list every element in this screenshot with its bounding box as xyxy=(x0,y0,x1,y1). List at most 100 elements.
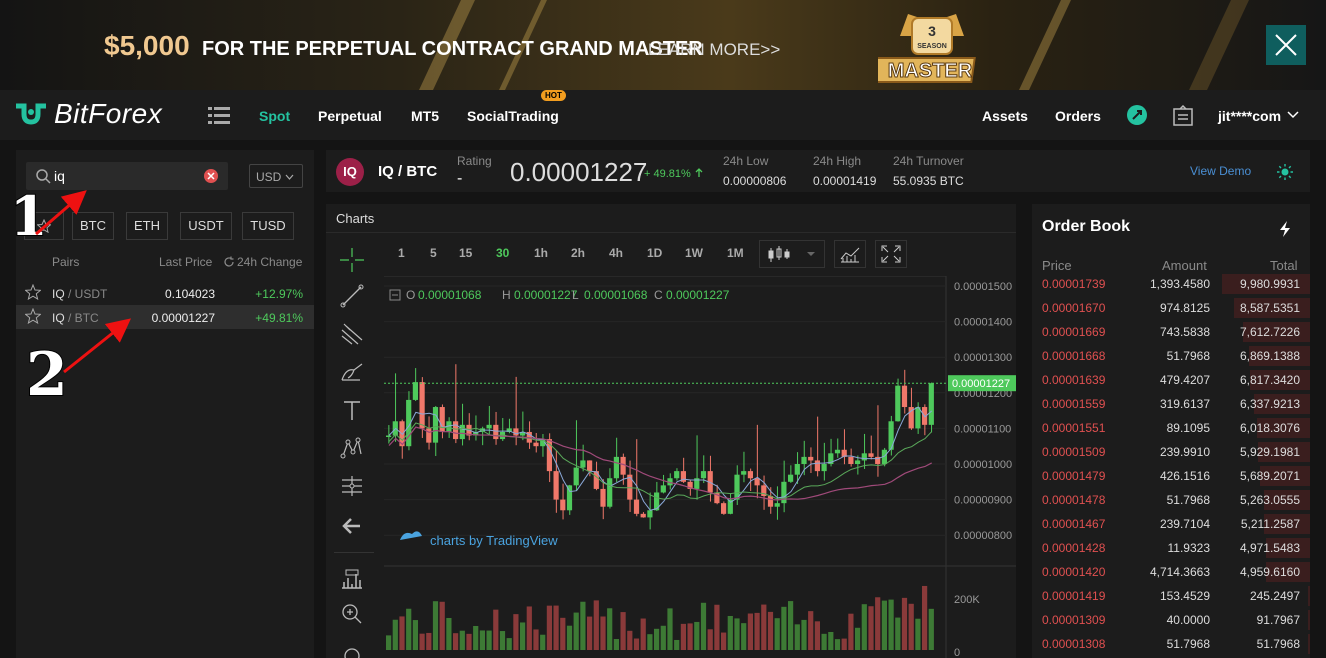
total-column-header: Total xyxy=(1270,258,1298,273)
rating-label: Rating xyxy=(457,154,492,168)
menu-icon[interactable] xyxy=(208,105,230,125)
timeframe-2h[interactable]: 2h xyxy=(571,246,585,260)
order-book-row[interactable]: 0.00001428 11.9323 4,971.5483 xyxy=(1032,536,1310,560)
order-book-row[interactable]: 0.00001467 239.7104 5,211.2587 xyxy=(1032,512,1310,536)
pair-price: 0.00001227 xyxy=(151,311,215,325)
learn-more-link[interactable]: LEARN MORE>> xyxy=(648,40,780,60)
candle-body xyxy=(486,424,492,429)
list-item[interactable]: IQ / USDT 0.104023 +12.97% xyxy=(16,281,314,305)
timeframe-30[interactable]: 30 xyxy=(496,246,509,260)
order-book-row[interactable]: 0.00001309 40.0000 91.7967 xyxy=(1032,608,1310,632)
timeframe-4h[interactable]: 4h xyxy=(609,246,623,260)
order-book-row[interactable]: 0.00001670 974.8125 8,587.5351 xyxy=(1032,296,1310,320)
promo-banner[interactable]: $5,000 FOR THE PERPETUAL CONTRACT GRAND … xyxy=(0,0,1326,90)
candle-body xyxy=(453,421,459,440)
order-book-row[interactable]: 0.00001420 4,714.3663 4,959.6160 xyxy=(1032,560,1310,584)
pairs-header[interactable]: Pairs xyxy=(52,255,79,269)
timeframe-1M[interactable]: 1M xyxy=(727,246,744,260)
tab-tusd[interactable]: TUSD xyxy=(242,212,294,240)
banner-close-button[interactable] xyxy=(1266,25,1306,65)
brush-icon[interactable] xyxy=(340,360,364,384)
price-tick-label: 0.00000900 xyxy=(954,495,1012,507)
crosshair-icon[interactable] xyxy=(340,248,364,272)
volume-bar xyxy=(419,633,425,650)
refresh-icon[interactable] xyxy=(223,256,235,268)
order-book-row[interactable]: 0.00001668 51.7968 6,869.1388 xyxy=(1032,344,1310,368)
nav-mt5[interactable]: MT5 xyxy=(411,108,439,124)
candle-body xyxy=(788,474,794,482)
order-book-row[interactable]: 0.00001739 1,393.4580 9,980.9931 xyxy=(1032,272,1310,296)
order-book-row[interactable]: 0.00001669 743.5838 7,612.7226 xyxy=(1032,320,1310,344)
change-header[interactable]: 24h Change xyxy=(237,255,302,269)
back-arrow-icon[interactable] xyxy=(340,514,364,538)
order-book: Order Book Price Amount Total 0.00001739… xyxy=(1032,204,1310,658)
order-book-row[interactable]: 0.00001509 239.9910 5,929.1981 xyxy=(1032,440,1310,464)
star-icon[interactable] xyxy=(25,308,41,324)
order-book-row[interactable]: 0.00001419 153.4529 245.2497 xyxy=(1032,584,1310,608)
clear-search-icon[interactable] xyxy=(204,169,218,183)
nav-assets[interactable]: Assets xyxy=(982,108,1028,124)
currency-select[interactable]: USD xyxy=(249,164,303,188)
order-book-row[interactable]: 0.00001559 319.6137 6,337.9213 xyxy=(1032,392,1310,416)
pitchfork-icon[interactable] xyxy=(340,322,364,346)
timeframe-1D[interactable]: 1D xyxy=(647,246,662,260)
volume-bar xyxy=(741,623,747,650)
order-book-row[interactable]: 0.00001478 51.7968 5,263.0555 xyxy=(1032,488,1310,512)
announcement-icon[interactable] xyxy=(1172,105,1194,127)
order-total: 7,612.7226 xyxy=(1239,325,1300,339)
price-tick-label: 0.00001500 xyxy=(954,281,1012,293)
list-item[interactable]: IQ / BTC 0.00001227 +49.81% xyxy=(16,305,314,329)
order-book-row[interactable]: 0.00001551 89.1095 6,018.3076 xyxy=(1032,416,1310,440)
pattern-icon[interactable] xyxy=(340,436,364,460)
zoom-in-icon[interactable] xyxy=(340,602,364,626)
candle-body xyxy=(566,485,573,511)
timeframe-15[interactable]: 15 xyxy=(459,246,472,260)
candle-body xyxy=(754,478,760,486)
fullscreen-icon[interactable] xyxy=(875,240,907,268)
chart-type-select[interactable] xyxy=(759,240,825,268)
drawing-toolbar xyxy=(326,240,382,658)
volume-bar xyxy=(821,633,827,650)
nav-perpetual[interactable]: Perpetual xyxy=(318,108,382,124)
trend-line-icon[interactable] xyxy=(340,284,364,308)
volume-bar xyxy=(700,602,707,650)
last-price-header[interactable]: Last Price xyxy=(159,255,212,269)
tab-btc[interactable]: BTC xyxy=(72,212,114,240)
banner-amount: $5,000 xyxy=(104,30,190,61)
price-tick-label: 0.00001100 xyxy=(954,423,1011,435)
order-amount: 743.5838 xyxy=(1159,325,1210,339)
view-demo-link[interactable]: View Demo xyxy=(1190,164,1251,178)
order-book-row[interactable]: 0.00001479 426.1516 5,689.2071 xyxy=(1032,464,1310,488)
star-icon[interactable] xyxy=(25,284,41,300)
measure-icon[interactable] xyxy=(340,566,364,590)
tab-usdt[interactable]: USDT xyxy=(180,212,232,240)
search-input[interactable] xyxy=(54,166,204,186)
nav-socialtrading[interactable]: SocialTrading xyxy=(467,108,559,124)
candle-body xyxy=(613,456,619,479)
order-book-row[interactable]: 0.00001308 51.7968 51.7968 xyxy=(1032,632,1310,656)
order-price: 0.00001559 xyxy=(1042,397,1106,411)
timeframe-5[interactable]: 5 xyxy=(430,246,437,260)
prediction-icon[interactable] xyxy=(340,474,364,498)
indicators-icon[interactable] xyxy=(834,240,866,268)
lightning-icon[interactable] xyxy=(1278,220,1292,238)
bitforex-logo[interactable]: BitForex xyxy=(14,98,162,130)
volume-bar xyxy=(680,623,686,650)
price-chart[interactable]: 0.000015000.000014000.000013000.00001200… xyxy=(384,276,1016,658)
rocket-icon[interactable] xyxy=(1126,104,1148,126)
nav-spot[interactable]: Spot xyxy=(259,108,290,124)
user-account-menu[interactable]: jit****com xyxy=(1218,108,1281,124)
nav-orders[interactable]: Orders xyxy=(1055,108,1101,124)
tradingview-watermark[interactable]: charts by TradingView xyxy=(430,533,558,548)
magnet-icon[interactable] xyxy=(340,644,364,658)
timeframe-1h[interactable]: 1h xyxy=(534,246,548,260)
timeframe-1W[interactable]: 1W xyxy=(685,246,703,260)
volume-bar xyxy=(714,604,720,650)
volume-bar xyxy=(446,617,452,650)
candle-body xyxy=(640,513,646,518)
theme-toggle-icon[interactable] xyxy=(1277,164,1293,180)
tab-eth[interactable]: ETH xyxy=(126,212,168,240)
order-book-row[interactable]: 0.00001639 479.4207 6,817.3420 xyxy=(1032,368,1310,392)
text-tool-icon[interactable] xyxy=(340,398,364,422)
timeframe-1[interactable]: 1 xyxy=(398,246,405,260)
